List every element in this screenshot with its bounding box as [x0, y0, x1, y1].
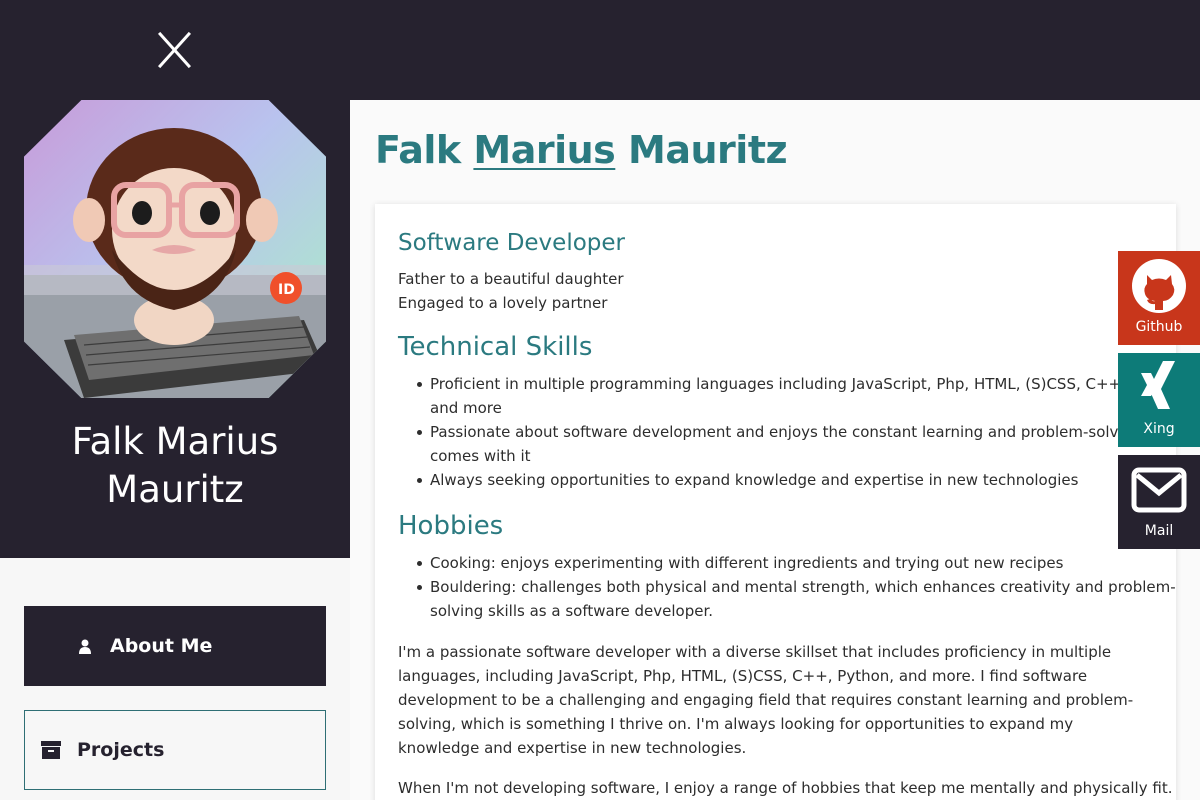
close-icon[interactable] [155, 30, 195, 70]
mail-link[interactable]: Mail [1118, 455, 1200, 549]
xing-icon [1141, 361, 1175, 409]
github-link[interactable]: Github [1118, 251, 1200, 345]
avatar: ID [24, 100, 326, 398]
page-title-last: Mauritz [628, 128, 788, 172]
github-icon [1132, 259, 1186, 313]
page-title: Falk Marius Mauritz [375, 128, 788, 172]
personal-line: Engaged to a lovely partner [398, 294, 608, 312]
github-label: Github [1135, 319, 1183, 335]
list-item-text: Cooking: enjoys experimenting with diffe… [430, 554, 1064, 572]
page-title-middle: Marius [473, 128, 616, 172]
personal-line: Father to a beautiful daughter [398, 270, 624, 288]
list-item-text: Always seeking opportunities to expand k… [430, 471, 1079, 489]
top-bar [0, 0, 1200, 100]
hobbies-paragraph: When I'm not developing software, I enjo… [398, 779, 1173, 797]
personal-lines: Father to a beautiful daughter Engaged t… [398, 267, 624, 315]
nav-about-me-button[interactable]: About Me [24, 606, 326, 686]
list-item-text: Proficient in multiple programming langu… [430, 375, 1176, 393]
user-icon [76, 637, 94, 655]
list-item: Proficient in multiple programming langu… [398, 372, 1176, 396]
xing-link[interactable]: Xing [1118, 353, 1200, 447]
list-item-continuation: comes with it [430, 447, 531, 465]
list-item: Always seeking opportunities to expand k… [398, 468, 1168, 492]
page-title-first: Falk [375, 128, 461, 172]
hobbies-list: Cooking: enjoys experimenting with diffe… [398, 551, 1176, 623]
list-item-continuation: solving skills as a software developer. [430, 602, 714, 620]
hobbies-heading: Hobbies [398, 511, 504, 541]
nav-projects-label: Projects [77, 739, 165, 761]
list-item-text: Passionate about software development an… [430, 423, 1176, 441]
intro-paragraph: I'm a passionate software developer with… [398, 643, 1134, 757]
mail-label: Mail [1144, 523, 1174, 539]
nav-projects-button[interactable]: Projects [24, 710, 326, 790]
list-item-text: Bouldering: challenges both physical and… [430, 578, 1176, 596]
profile-name-line1: Falk Marius [71, 420, 279, 463]
mail-icon [1131, 467, 1187, 513]
list-item: Passionate about software development an… [398, 420, 1176, 444]
avatar-illustration: ID [24, 128, 326, 398]
profile-name-line2: Mauritz [106, 468, 244, 511]
svg-text:ID: ID [278, 282, 295, 298]
skills-heading: Technical Skills [398, 332, 593, 362]
about-card: Software Developer Father to a beautiful… [375, 204, 1176, 800]
job-title: Software Developer [398, 230, 625, 256]
list-item: Bouldering: challenges both physical and… [398, 575, 1176, 599]
list-item: Cooking: enjoys experimenting with diffe… [398, 551, 1168, 575]
list-item-continuation: and more [430, 399, 502, 417]
nav-about-me-label: About Me [110, 635, 213, 657]
archive-icon [41, 741, 61, 759]
skills-list: Proficient in multiple programming langu… [398, 372, 1176, 492]
profile-name: Falk Marius Mauritz [0, 418, 350, 514]
xing-label: Xing [1143, 421, 1175, 437]
